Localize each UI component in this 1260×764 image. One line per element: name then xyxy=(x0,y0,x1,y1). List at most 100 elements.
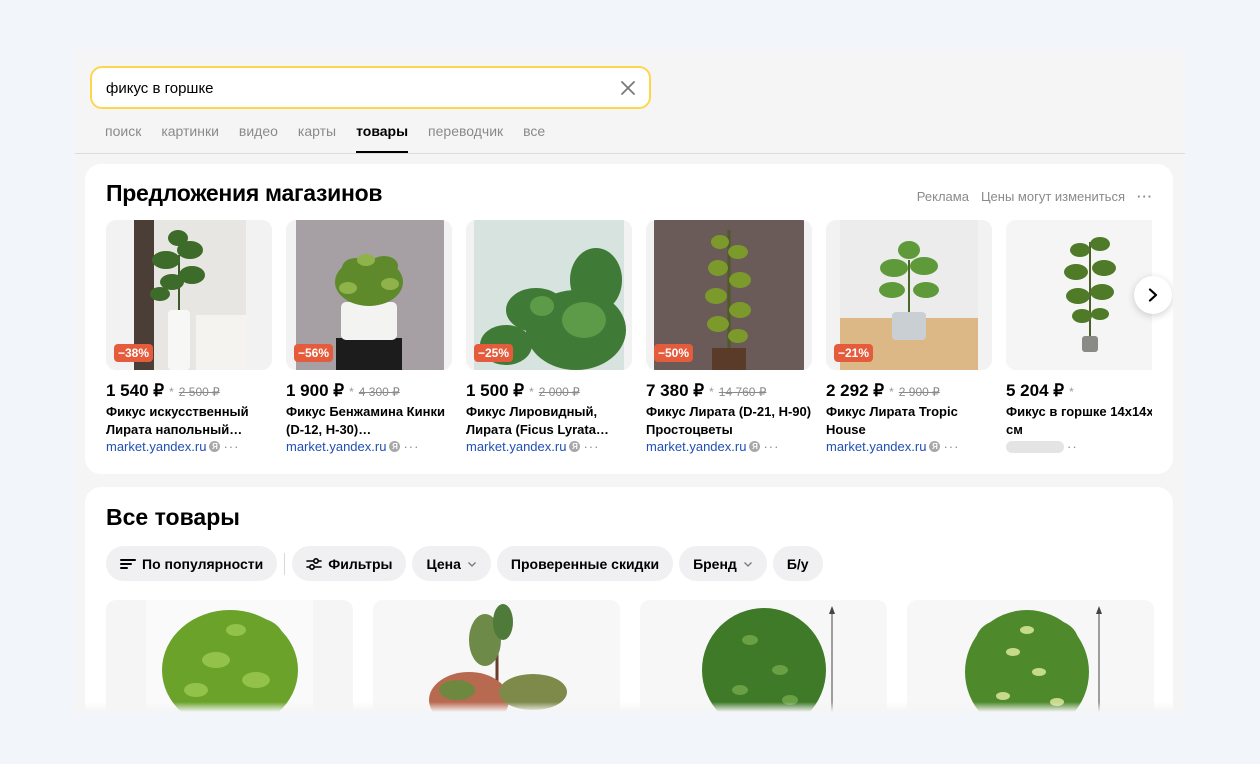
product-card[interactable]: −38% 1 540 ₽ * 2 500 ₽ Фикус искусственн… xyxy=(106,220,272,454)
price: 5 204 ₽ xyxy=(1006,381,1065,400)
search-tabs: поиск картинки видео карты товары перево… xyxy=(105,122,565,154)
offers-meta: Реклама Цены могут измениться ··· xyxy=(917,189,1153,204)
chips-divider xyxy=(284,552,286,575)
more-dots-icon[interactable]: ··· xyxy=(403,439,419,454)
price: 1 500 ₽ xyxy=(466,381,525,400)
search-results-page: поиск картинки видео карты товары перево… xyxy=(75,50,1185,712)
shop-link-placeholder xyxy=(1006,440,1064,453)
product-card[interactable] xyxy=(907,600,1154,712)
tab-video[interactable]: видео xyxy=(239,122,278,152)
more-dots-icon[interactable]: ·· xyxy=(1067,439,1078,454)
yandex-market-icon: Я xyxy=(929,441,941,452)
shop-link[interactable]: market.yandex.ru xyxy=(106,439,206,454)
yandex-market-icon: Я xyxy=(209,441,221,452)
product-card[interactable] xyxy=(373,600,620,712)
used-chip[interactable]: Б/у xyxy=(772,546,823,581)
shop-link[interactable]: market.yandex.ru xyxy=(286,439,386,454)
product-card[interactable] xyxy=(106,600,353,712)
chip-label: Бренд xyxy=(693,555,737,572)
price: 7 380 ₽ xyxy=(646,381,705,400)
chevron-right-icon xyxy=(1148,288,1158,302)
product-name[interactable]: Фикус в горшке 14x14x96 см xyxy=(1006,403,1152,439)
search-input[interactable] xyxy=(106,78,606,98)
chip-label: Проверенные скидки xyxy=(510,555,660,572)
product-card[interactable]: 5 204 ₽ * Фикус в горшке 14x14x96 см ·· xyxy=(1006,220,1152,454)
shop-link[interactable]: market.yandex.ru xyxy=(826,439,926,454)
discount-badge: −50% xyxy=(654,344,694,362)
price: 1 540 ₽ xyxy=(106,381,165,400)
tab-all[interactable]: все xyxy=(523,122,545,152)
ad-label[interactable]: Реклама xyxy=(917,189,969,204)
shop-link[interactable]: market.yandex.ru xyxy=(466,439,566,454)
price-asterisk: * xyxy=(169,385,174,399)
price-asterisk: * xyxy=(529,385,534,399)
more-dots-icon[interactable]: ··· xyxy=(943,439,959,454)
filters-chip[interactable]: Фильтры xyxy=(292,546,407,581)
price-asterisk: * xyxy=(349,385,354,399)
all-products-section: Все товары По популярности Фильтры Цена xyxy=(85,487,1173,712)
tab-images[interactable]: картинки xyxy=(161,122,219,152)
product-name[interactable]: Фикус Лировидный, Лирата (Ficus Lyrata… xyxy=(466,403,632,439)
verified-discounts-chip[interactable]: Проверенные скидки xyxy=(496,546,674,581)
product-name[interactable]: Фикус Бенжамина Кинки (D-12, H-30)… xyxy=(286,403,452,439)
price-chip[interactable]: Цена xyxy=(412,546,491,581)
store-offers-section: Предложения магазинов Реклама Цены могут… xyxy=(85,164,1173,474)
offers-carousel: −38% 1 540 ₽ * 2 500 ₽ Фикус искусственн… xyxy=(106,220,1152,460)
old-price: 4 300 ₽ xyxy=(358,385,400,399)
product-card[interactable]: −56% 1 900 ₽ * 4 300 ₽ Фикус Бенжамина К… xyxy=(286,220,452,454)
section-title: Все товары xyxy=(106,504,240,530)
product-card[interactable]: −50% 7 380 ₽ * 14 760 ₽ Фикус Лирата (D-… xyxy=(646,220,812,454)
more-dots-icon[interactable]: ··· xyxy=(223,439,239,454)
sort-icon xyxy=(120,558,136,569)
shop-link[interactable]: market.yandex.ru xyxy=(646,439,746,454)
product-card[interactable]: −21% 2 292 ₽ * 2 900 ₽ Фикус Лирата Trop… xyxy=(826,220,992,454)
product-card[interactable]: −25% 1 500 ₽ * 2 000 ₽ Фикус Лировидный,… xyxy=(466,220,632,454)
yandex-market-icon: Я xyxy=(389,441,401,452)
chip-label: Цена xyxy=(426,555,461,572)
chevron-down-icon xyxy=(743,561,752,567)
chip-label: Б/у xyxy=(786,555,809,572)
price: 1 900 ₽ xyxy=(286,381,345,400)
discount-badge: −56% xyxy=(294,344,334,362)
bottom-fade xyxy=(75,702,1185,712)
more-dots-icon[interactable]: ··· xyxy=(1137,189,1153,204)
discount-badge: −25% xyxy=(474,344,514,362)
sort-popularity-chip[interactable]: По популярности xyxy=(106,546,278,581)
discount-badge: −21% xyxy=(834,344,874,362)
product-name[interactable]: Фикус Лирата (D-21, H-90) Простоцветы xyxy=(646,403,812,439)
old-price: 2 000 ₽ xyxy=(538,385,580,399)
product-image[interactable]: −38% xyxy=(106,220,272,370)
search-box[interactable] xyxy=(90,66,651,109)
price-asterisk: * xyxy=(889,385,894,399)
header-divider xyxy=(75,153,1185,154)
price-note: Цены могут измениться xyxy=(980,189,1125,204)
tab-maps[interactable]: карты xyxy=(298,122,336,152)
price: 2 292 ₽ xyxy=(826,381,885,400)
close-icon[interactable] xyxy=(619,79,637,97)
price-asterisk: * xyxy=(1069,385,1074,399)
product-image[interactable]: −21% xyxy=(826,220,992,370)
discount-badge: −38% xyxy=(114,344,154,362)
product-card[interactable] xyxy=(640,600,887,712)
old-price: 14 760 ₽ xyxy=(718,385,767,399)
more-dots-icon[interactable]: ··· xyxy=(763,439,779,454)
product-image[interactable] xyxy=(1006,220,1152,370)
brand-chip[interactable]: Бренд xyxy=(679,546,767,581)
chip-label: Фильтры xyxy=(328,555,393,572)
carousel-next-button[interactable] xyxy=(1134,276,1172,314)
product-image[interactable]: −50% xyxy=(646,220,812,370)
tab-search[interactable]: поиск xyxy=(105,122,141,152)
more-dots-icon[interactable]: ··· xyxy=(583,439,599,454)
tab-products[interactable]: товары xyxy=(356,122,408,154)
old-price: 2 500 ₽ xyxy=(178,385,220,399)
product-name[interactable]: Фикус искусственный Лирата напольный… xyxy=(106,403,272,439)
product-image[interactable]: −56% xyxy=(286,220,452,370)
old-price: 2 900 ₽ xyxy=(898,385,940,399)
product-name[interactable]: Фикус Лирата Tropic House xyxy=(826,403,992,439)
products-grid xyxy=(106,600,1154,712)
price-asterisk: * xyxy=(709,385,714,399)
section-title: Предложения магазинов xyxy=(106,180,383,206)
tab-translator[interactable]: переводчик xyxy=(428,122,503,152)
yandex-market-icon: Я xyxy=(569,441,581,452)
product-image[interactable]: −25% xyxy=(466,220,632,370)
